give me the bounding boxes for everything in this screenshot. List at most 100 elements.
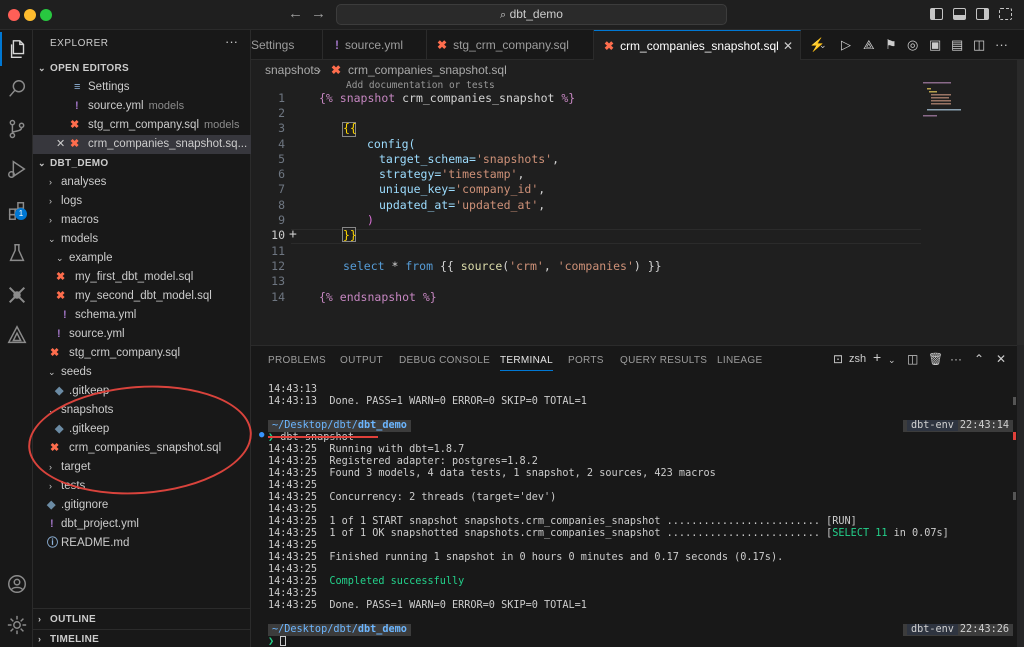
- project-section[interactable]: ⌄ DBT_DEMO: [33, 154, 251, 173]
- prompt-env: dbt-env: [906, 420, 958, 431]
- dbt-icon[interactable]: [0, 278, 33, 312]
- run-icon[interactable]: ▷: [841, 37, 851, 53]
- tree-folder[interactable]: › macros: [33, 211, 251, 230]
- terminal-line: 14:43:25 Done. PASS=1 WARN=0 ERROR=0 SKI…: [268, 600, 587, 611]
- panel-scrollbar[interactable]: [1017, 345, 1024, 647]
- extensions-icon[interactable]: 1: [0, 194, 33, 228]
- breadcrumb-folder[interactable]: snapshots: [265, 60, 320, 80]
- maximize-panel-icon[interactable]: ⌃: [974, 352, 984, 366]
- power-user-icon[interactable]: [0, 318, 33, 352]
- outline-section[interactable]: › OUTLINE: [33, 610, 251, 629]
- timeline-section[interactable]: › TIMELINE: [33, 629, 251, 647]
- files-icon[interactable]: [0, 32, 33, 66]
- close-panel-icon[interactable]: ✕: [996, 352, 1006, 366]
- tree-folder[interactable]: ⌄ example: [33, 249, 251, 268]
- terminal-input-line[interactable]: ❯: [268, 636, 287, 647]
- chevron-down-icon[interactable]: ⌄: [819, 40, 827, 51]
- split-editor-icon[interactable]: ◫: [973, 37, 985, 53]
- tree-folder[interactable]: ⌄ seeds: [33, 363, 251, 382]
- tree-file[interactable]: ⓘ README.md: [33, 534, 251, 553]
- tab-lineage[interactable]: LINEAGE: [717, 355, 762, 366]
- tab-source-yml[interactable]: ! source.yml: [323, 30, 427, 60]
- tab-crm-companies-snapshot[interactable]: ✖ crm_companies_snapshot.sql ✕: [594, 30, 801, 60]
- terminal-command: ❯ dbt snapshot: [268, 432, 354, 444]
- tab-stg-crm-company[interactable]: ✖ stg_crm_company.sql: [427, 30, 594, 60]
- tab-problems[interactable]: PROBLEMS: [268, 355, 326, 366]
- editor-scrollbar[interactable]: [1017, 60, 1024, 345]
- window-close-button[interactable]: [8, 9, 20, 21]
- close-icon[interactable]: ✕: [56, 135, 65, 154]
- open-editors-section[interactable]: ⌄ OPEN EDITORS: [33, 59, 251, 78]
- tab-terminal[interactable]: TERMINAL: [500, 355, 553, 371]
- tree-file[interactable]: ◆ .gitignore: [33, 496, 251, 515]
- minimap[interactable]: [921, 80, 1011, 120]
- back-arrow-icon[interactable]: ←: [288, 5, 303, 22]
- run-model-icon[interactable]: ⟁: [863, 37, 875, 53]
- activity-bar: 1: [0, 30, 33, 647]
- open-editor-item-active[interactable]: ✕ ✖ crm_companies_snapshot.sq...: [33, 135, 251, 154]
- toggle-panel-icon[interactable]: [953, 8, 966, 20]
- line-number: 8: [278, 198, 285, 212]
- tab-settings[interactable]: Settings: [241, 30, 323, 60]
- tab-debug-console[interactable]: DEBUG CONSOLE: [399, 355, 490, 366]
- code-line: {% snapshot crm_companies_snapshot %}: [319, 91, 575, 105]
- codelens-add-docs[interactable]: Add documentation or tests: [346, 80, 495, 91]
- line-number: 3: [278, 121, 285, 135]
- chevron-down-icon[interactable]: ⌄: [888, 355, 896, 366]
- shell-name[interactable]: zsh: [849, 353, 866, 365]
- compile-icon[interactable]: ▤: [951, 37, 963, 53]
- tree-folder[interactable]: ⌄ models: [33, 230, 251, 249]
- tab-query-results[interactable]: QUERY RESULTS: [620, 355, 707, 366]
- open-editor-label: stg_crm_company.sql models: [88, 116, 239, 135]
- command-decoration-icon[interactable]: ●: [259, 430, 264, 440]
- settings-gear-icon[interactable]: [0, 608, 33, 642]
- trash-icon[interactable]: 🗑: [928, 352, 943, 366]
- preview-icon[interactable]: ▣: [929, 37, 941, 53]
- terminal-line: 14:43:25 Registered adapter: postgres=1.…: [268, 456, 538, 467]
- tab-ports[interactable]: PORTS: [568, 355, 604, 366]
- tree-file[interactable]: ✖ my_first_dbt_model.sql: [33, 268, 251, 287]
- tree-file[interactable]: ! source.yml: [33, 325, 251, 344]
- line-number: 6: [278, 167, 285, 181]
- command-center-search[interactable]: ⌕ dbt_demo: [336, 4, 727, 25]
- scroll-marker: [1013, 492, 1016, 500]
- tree-folder[interactable]: › analyses: [33, 173, 251, 192]
- tree-file[interactable]: ✖ my_second_dbt_model.sql: [33, 287, 251, 306]
- prompt-path-current: dbt_demo: [357, 420, 407, 431]
- prompt-arrow: ❯: [268, 636, 281, 647]
- tree-file[interactable]: ! dbt_project.yml: [33, 515, 251, 534]
- code-token: {{: [433, 259, 461, 273]
- window-minimize-button[interactable]: [24, 9, 36, 21]
- open-editor-label: Settings: [88, 81, 130, 93]
- testing-icon[interactable]: [0, 236, 33, 270]
- more-actions-icon[interactable]: ···: [950, 352, 962, 366]
- new-terminal-icon[interactable]: +: [873, 349, 881, 365]
- window-maximize-button[interactable]: [40, 9, 52, 21]
- toggle-secondary-sidebar-icon[interactable]: [976, 8, 989, 20]
- open-editor-item[interactable]: ≡ Settings: [33, 78, 251, 97]
- tab-output[interactable]: OUTPUT: [340, 355, 383, 366]
- toggle-sidebar-icon[interactable]: [930, 8, 943, 20]
- test-check-icon[interactable]: ◎: [907, 37, 918, 53]
- tree-folder[interactable]: › logs: [33, 192, 251, 211]
- timeline-title: TIMELINE: [50, 634, 100, 645]
- more-actions-icon[interactable]: ···: [995, 37, 1008, 52]
- split-terminal-icon[interactable]: ◫: [907, 352, 918, 366]
- run-debug-icon[interactable]: [0, 152, 33, 186]
- open-editor-item[interactable]: ✖ stg_crm_company.sql models: [33, 116, 251, 135]
- code-editor[interactable]: Add documentation or tests 1 2 3 4 5 6 7…: [251, 80, 1024, 345]
- code-token: 'updated_at': [455, 198, 539, 212]
- tree-file[interactable]: ! schema.yml: [33, 306, 251, 325]
- more-actions-icon[interactable]: ···: [225, 34, 238, 49]
- search-icon[interactable]: [0, 72, 33, 106]
- close-tab-icon[interactable]: ✕: [783, 31, 793, 60]
- customize-layout-icon[interactable]: [999, 8, 1012, 20]
- add-icon[interactable]: +: [289, 227, 297, 242]
- breadcrumb-file[interactable]: crm_companies_snapshot.sql: [348, 60, 507, 80]
- forward-arrow-icon[interactable]: →: [311, 5, 326, 22]
- open-editor-item[interactable]: ! source.yml models: [33, 97, 251, 116]
- source-control-icon[interactable]: [0, 112, 33, 146]
- tree-file[interactable]: ✖ stg_crm_company.sql: [33, 344, 251, 363]
- account-icon[interactable]: [0, 567, 33, 601]
- build-icon[interactable]: ⚑: [885, 37, 897, 53]
